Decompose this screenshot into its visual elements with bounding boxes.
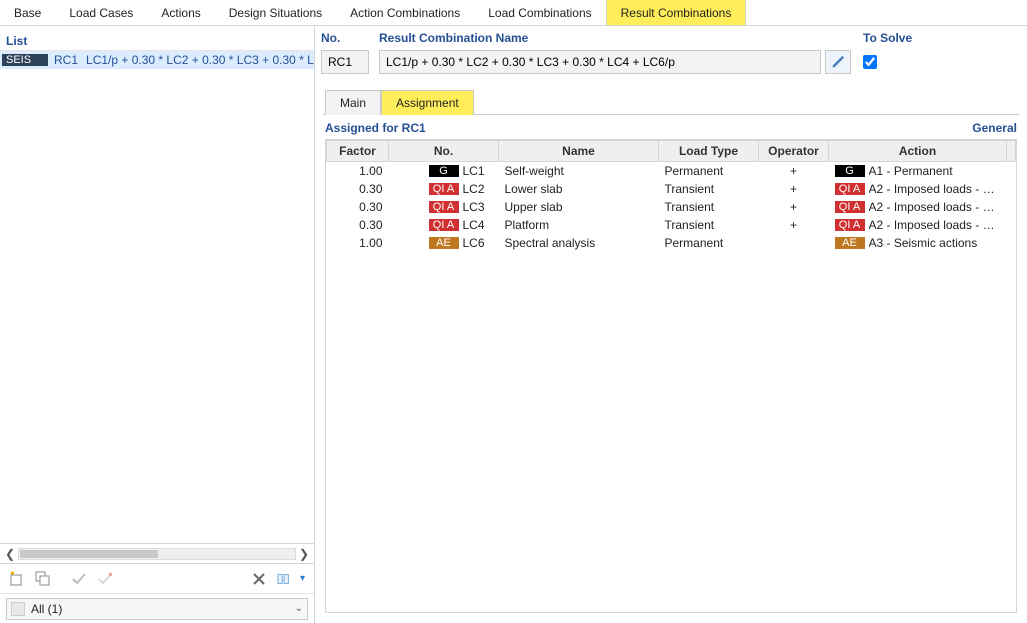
col-no[interactable]: No. [389,141,499,162]
cell-type: Transient [659,216,759,234]
col-load-type[interactable]: Load Type [659,141,759,162]
lc-id: LC6 [463,236,491,250]
cell-name: Upper slab [499,198,659,216]
lc-badge: QI A [429,201,459,213]
cell-factor: 0.30 [327,198,389,216]
no-label: No. [321,28,367,49]
cell-name: Lower slab [499,180,659,198]
subtab-assignment[interactable]: Assignment [381,90,474,115]
cell-factor: 1.00 [327,234,389,252]
table-row[interactable]: 1.00 AE LC6 Spectral analysisPermanent AE A3 … [327,234,1016,252]
name-label: Result Combination Name [379,28,851,49]
action-badge: G [835,165,865,177]
view-mode-button[interactable]: ▾ [274,568,308,590]
col-name[interactable]: Name [499,141,659,162]
table-header-row: Factor No. Name Load Type Operator Actio… [327,141,1016,162]
solve-checkbox[interactable] [863,55,877,69]
cell-type: Permanent [659,162,759,181]
delete-button[interactable] [248,568,270,590]
solve-label: To Solve [863,28,1021,49]
action-badge: QI A [835,183,865,195]
subtab-main[interactable]: Main [325,90,381,115]
no-input[interactable] [321,50,369,74]
copy-button[interactable] [32,568,54,590]
cell-factor: 0.30 [327,180,389,198]
col-end [1007,141,1016,162]
action-text: A2 - Imposed loads - ca... [869,200,1001,214]
general-link[interactable]: General [972,121,1017,135]
action-badge: QI A [835,219,865,231]
tab-load-cases[interactable]: Load Cases [55,0,147,25]
col-operator[interactable]: Operator [759,141,829,162]
list-item-desc: LC1/p + 0.30 * LC2 + 0.30 * LC3 + 0.30 *… [86,53,314,67]
list-item[interactable]: SEIS RC1 LC1/p + 0.30 * LC2 + 0.30 * LC3… [0,51,314,69]
lc-badge: QI A [429,219,459,231]
right-panel: No. Result Combination Name To Solve [315,26,1027,623]
scroll-right-icon[interactable]: ❯ [296,546,312,562]
action-text: A1 - Permanent [869,164,953,178]
table-row[interactable]: 0.30 QI A LC3 Upper slabTransient+ QI A A2 - … [327,198,1016,216]
assignment-table: Factor No. Name Load Type Operator Actio… [325,139,1017,613]
scroll-left-icon[interactable]: ❮ [2,546,18,562]
tab-result-combinations[interactable]: Result Combinations [606,0,747,25]
tab-design-situations[interactable]: Design Situations [215,0,336,25]
lc-badge: G [429,165,459,177]
horizontal-scrollbar[interactable]: ❮ ❯ [0,543,314,563]
action-text: A2 - Imposed loads - ca... [869,182,1001,196]
cell-operator: + [759,198,829,216]
tab-base[interactable]: Base [0,0,55,25]
chevron-down-icon: ⌄ [295,603,303,614]
cell-type: Transient [659,198,759,216]
table-row[interactable]: 0.30 QI A LC4 PlatformTransient+ QI A A2 - Im… [327,216,1016,234]
table-row[interactable]: 1.00 G LC1 Self-weightPermanent+ G A1 - Perma… [327,162,1016,181]
cell-name: Platform [499,216,659,234]
edit-name-button[interactable] [825,50,851,74]
lc-id: LC1 [463,164,491,178]
pencil-icon [831,55,845,69]
cell-factor: 1.00 [327,162,389,181]
section-title: Assigned for RC1 [325,121,426,135]
action-text: A2 - Imposed loads - ca... [869,218,1001,232]
name-input[interactable] [379,50,821,74]
filter-value: All (1) [31,602,62,616]
filter-icon [11,602,25,616]
col-factor[interactable]: Factor [327,141,389,162]
cell-operator [759,234,829,252]
tab-load-combinations[interactable]: Load Combinations [474,0,605,25]
new-button[interactable] [6,568,28,590]
check-assign-button[interactable] [68,568,90,590]
lc-id: LC3 [463,200,491,214]
result-combination-list[interactable]: SEIS RC1 LC1/p + 0.30 * LC2 + 0.30 * LC3… [0,50,314,543]
seis-badge: SEIS [2,54,48,66]
cell-type: Permanent [659,234,759,252]
list-title: List [6,34,27,48]
lc-badge: QI A [429,183,459,195]
action-badge: AE [835,237,865,249]
action-badge: QI A [835,201,865,213]
cell-name: Spectral analysis [499,234,659,252]
list-item-rc: RC1 [54,53,78,67]
check-unassign-button[interactable] [94,568,116,590]
list-toolbar: ▾ [0,563,314,593]
tab-action-combinations[interactable]: Action Combinations [336,0,474,25]
cell-factor: 0.30 [327,216,389,234]
table-row[interactable]: 0.30 QI A LC2 Lower slabTransient+ QI A A2 - … [327,180,1016,198]
lc-id: LC2 [463,182,491,196]
filter-dropdown[interactable]: All (1) ⌄ [6,598,308,620]
col-action[interactable]: Action [829,141,1007,162]
tab-actions[interactable]: Actions [147,0,214,25]
cell-name: Self-weight [499,162,659,181]
cell-type: Transient [659,180,759,198]
cell-operator: + [759,216,829,234]
action-text: A3 - Seismic actions [869,236,978,250]
lc-badge: AE [429,237,459,249]
chevron-down-icon: ▾ [300,573,305,584]
left-panel: List SEIS RC1 LC1/p + 0.30 * LC2 + 0.30 … [0,26,315,623]
cell-operator: + [759,180,829,198]
lc-id: LC4 [463,218,491,232]
cell-operator: + [759,162,829,181]
top-tab-bar: Base Load Cases Actions Design Situation… [0,0,1027,26]
